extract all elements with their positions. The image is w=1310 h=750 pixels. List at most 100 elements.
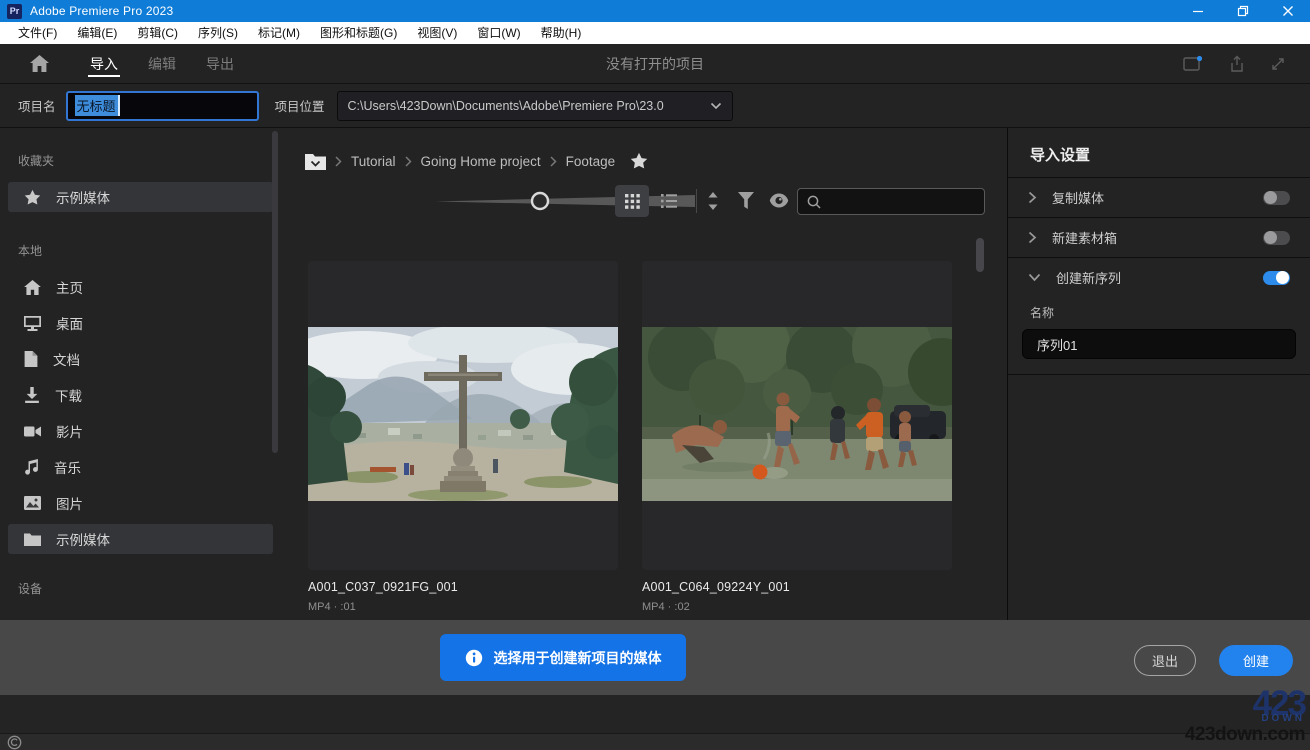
sidebar-item-documents[interactable]: 文档 (8, 344, 273, 374)
list-view-button[interactable] (652, 185, 686, 217)
grid-view-icon (625, 194, 640, 209)
setting-create-sequence[interactable]: 创建新序列 (1008, 257, 1310, 297)
setting-copy-media[interactable]: 复制媒体 (1008, 177, 1310, 217)
media-meta: MP4 · :02 (642, 601, 952, 613)
media-filename: A001_C037_0921FG_001 (308, 580, 618, 594)
menu-file[interactable]: 文件(F) (8, 22, 67, 44)
setting-new-bin[interactable]: 新建素材箱 (1008, 217, 1310, 257)
copy-media-toggle[interactable] (1263, 191, 1290, 205)
sidebar-item-sample-media[interactable]: 示例媒体 (8, 524, 273, 554)
sidebar-item-videos[interactable]: 影片 (8, 416, 273, 446)
minimize-button[interactable] (1175, 0, 1220, 22)
media-thumbnail[interactable] (308, 261, 618, 570)
media-item-1[interactable]: A001_C037_0921FG_001 MP4 · :01 (308, 261, 618, 613)
sort-button[interactable] (705, 191, 721, 211)
grid-view-button[interactable] (615, 185, 649, 217)
search-box[interactable] (797, 188, 985, 215)
sidebar-item-label: 下载 (55, 385, 82, 405)
media-thumbnail[interactable] (642, 261, 952, 570)
tab-import[interactable]: 导入 (75, 44, 133, 83)
chevron-right-icon[interactable] (1028, 231, 1037, 244)
menu-clip[interactable]: 剪辑(C) (127, 22, 188, 44)
settings-divider (1008, 374, 1310, 375)
favorite-star-icon[interactable] (630, 152, 648, 170)
toolbar-divider (696, 189, 697, 213)
chevron-right-icon (550, 156, 557, 167)
create-button[interactable]: 创建 (1219, 645, 1293, 676)
restore-button[interactable] (1220, 0, 1265, 22)
project-name-input[interactable]: 无标题 (66, 91, 259, 121)
chevron-right-icon (405, 156, 412, 167)
sequence-name-input[interactable] (1022, 329, 1296, 359)
browser-toolbar (281, 185, 1007, 217)
sequence-name-label: 名称 (1030, 304, 1310, 321)
sidebar-item-label: 图片 (56, 493, 83, 513)
music-icon (24, 459, 39, 475)
sidebar-item-downloads[interactable]: 下载 (8, 380, 273, 410)
media-item-2[interactable]: A001_C064_09224Y_001 MP4 · :02 (642, 261, 952, 613)
menu-markers[interactable]: 标记(M) (248, 22, 310, 44)
home-button[interactable] (30, 55, 49, 72)
project-location-dropdown[interactable]: C:\Users\423Down\Documents\Adobe\Premier… (337, 91, 733, 121)
selection-hint-banner: 选择用于创建新项目的媒体 (440, 634, 686, 681)
menu-view[interactable]: 视图(V) (407, 22, 467, 44)
premiere-pro-window: Pr Adobe Premiere Pro 2023 文件(F) 编辑(E) 剪… (0, 0, 1310, 750)
minimize-icon (1192, 5, 1204, 17)
search-input[interactable] (828, 195, 968, 209)
sidebar-item-home[interactable]: 主页 (8, 272, 273, 302)
project-bar: 项目名 无标题 项目位置 C:\Users\423Down\Documents\… (0, 84, 1310, 128)
sidebar-item-desktop[interactable]: 桌面 (8, 308, 273, 338)
close-button[interactable] (1265, 0, 1310, 22)
sidebar-item-label: 文档 (53, 349, 80, 369)
share-button[interactable] (1228, 55, 1246, 73)
sidebar-item-pictures[interactable]: 图片 (8, 488, 273, 518)
tab-edit[interactable]: 编辑 (133, 44, 191, 83)
restore-icon (1237, 5, 1249, 17)
preview-toggle-button[interactable] (769, 193, 789, 208)
image-icon (24, 496, 41, 510)
chevron-right-icon[interactable] (1028, 191, 1037, 204)
menu-bar: 文件(F) 编辑(E) 剪辑(C) 序列(S) 标记(M) 图形和标题(G) 视… (0, 22, 1310, 44)
menu-window[interactable]: 窗口(W) (467, 22, 530, 44)
menu-graphics-titles[interactable]: 图形和标题(G) (310, 22, 407, 44)
header-action-icons (1182, 55, 1286, 73)
info-icon (465, 649, 483, 667)
import-settings-title: 导入设置 (1008, 128, 1310, 177)
watermark: 423 DOWN 423down.com (1185, 686, 1305, 744)
media-filename: A001_C064_09224Y_001 (642, 580, 952, 594)
content-scrollbar[interactable] (976, 238, 984, 272)
home-icon (30, 55, 49, 72)
filter-button[interactable] (737, 191, 755, 210)
chevron-down-icon[interactable] (1028, 273, 1041, 282)
sidebar-item-label: 音乐 (54, 457, 81, 477)
create-sequence-toggle[interactable] (1263, 271, 1290, 285)
creative-cloud-icon[interactable] (7, 735, 22, 750)
document-icon (24, 351, 38, 367)
banner-text: 选择用于创建新项目的媒体 (494, 648, 662, 668)
menu-edit[interactable]: 编辑(E) (67, 22, 127, 44)
menu-sequence[interactable]: 序列(S) (188, 22, 248, 44)
new-bin-toggle[interactable] (1263, 231, 1290, 245)
fullscreen-button[interactable] (1270, 56, 1286, 72)
folder-open-icon[interactable] (305, 153, 326, 170)
section-devices: 设备 (18, 580, 281, 597)
exit-button[interactable]: 退出 (1134, 645, 1196, 676)
sidebar-item-sample-media-favorite[interactable]: 示例媒体 (8, 182, 273, 212)
sidebar-item-music[interactable]: 音乐 (8, 452, 273, 482)
menu-help[interactable]: 帮助(H) (531, 22, 592, 44)
project-name-label: 项目名 (18, 96, 56, 115)
import-settings-panel: 导入设置 复制媒体 新建素材箱 创建新序列 名称 (1007, 128, 1310, 620)
window-title: Adobe Premiere Pro 2023 (30, 4, 173, 18)
project-status-text: 没有打开的项目 (606, 54, 704, 74)
tab-export[interactable]: 导出 (191, 44, 249, 83)
sidebar-scrollbar[interactable] (272, 131, 278, 453)
breadcrumb-item-footage[interactable]: Footage (566, 154, 616, 169)
project-location-value: C:\Users\423Down\Documents\Adobe\Premier… (348, 99, 664, 113)
sort-icon (705, 191, 721, 211)
quick-export-button[interactable] (1182, 55, 1204, 73)
breadcrumb-item-tutorial[interactable]: Tutorial (351, 154, 396, 169)
share-icon (1228, 55, 1246, 73)
breadcrumb-item-going-home-project[interactable]: Going Home project (421, 154, 541, 169)
sidebar-item-label: 影片 (56, 421, 83, 441)
list-view-icon (661, 194, 677, 208)
